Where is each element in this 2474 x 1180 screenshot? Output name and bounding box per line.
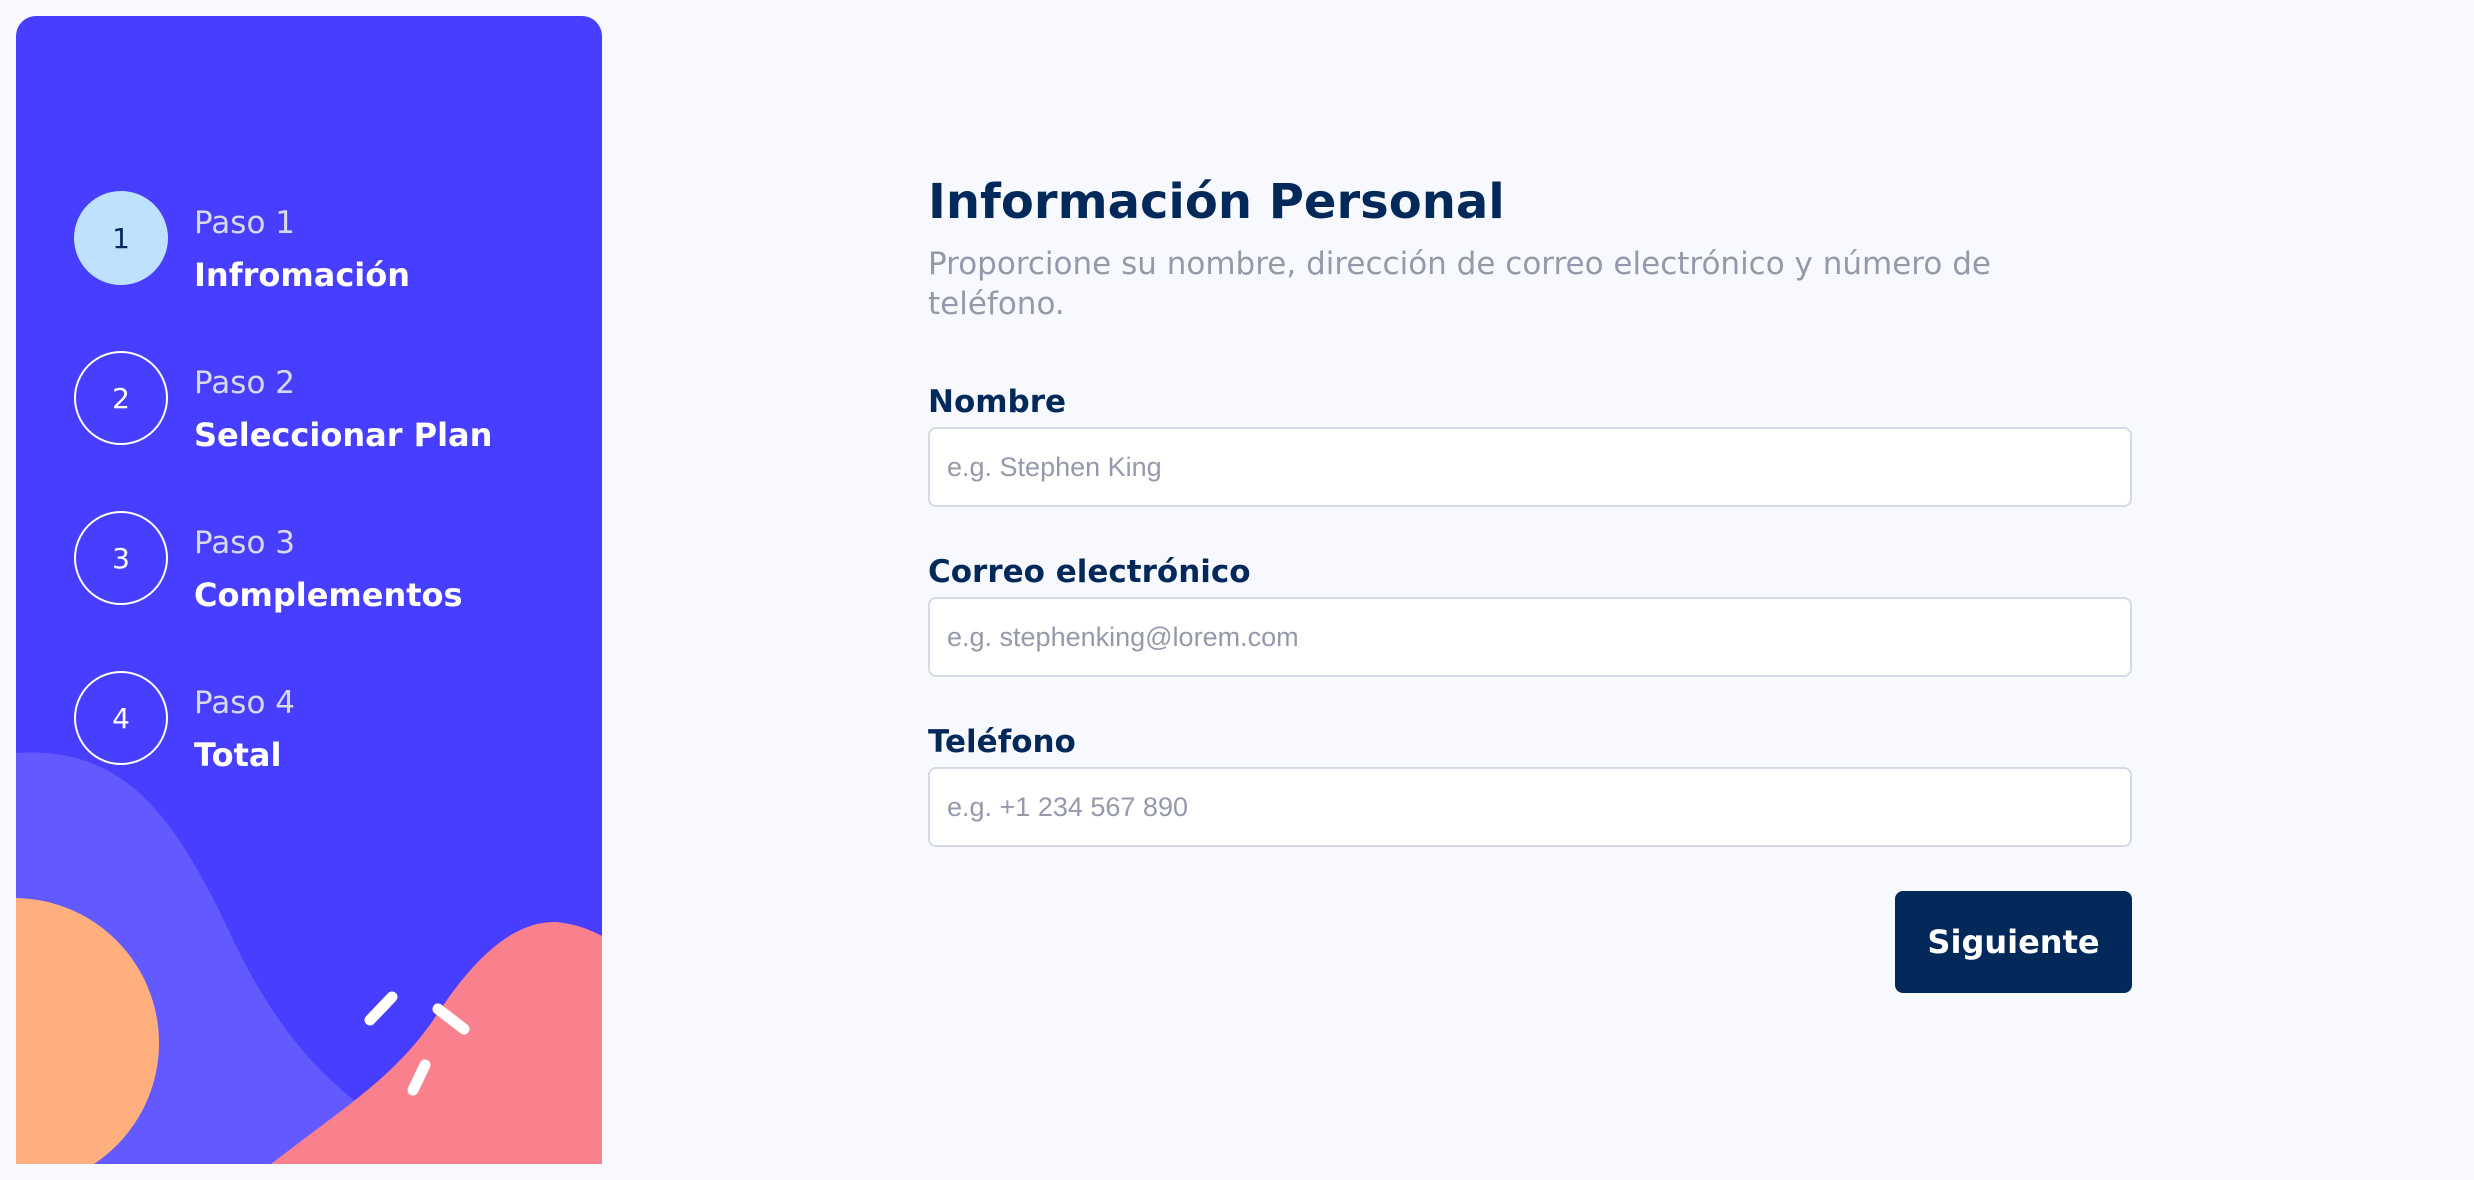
- step-label: Paso 2: [194, 365, 295, 401]
- pink-wave-shape: [271, 921, 602, 1164]
- step-label: Paso 1: [194, 205, 295, 241]
- sidebar: 1 Paso 1 Infromación 2 Paso 2 Selecciona…: [16, 16, 602, 1164]
- step-text: Paso 1 Infromación: [194, 205, 410, 293]
- step-number-circle: 1: [74, 191, 168, 285]
- step-label: Paso 3: [194, 525, 295, 561]
- email-input[interactable]: [928, 597, 2132, 677]
- step-label: Paso 4: [194, 685, 295, 721]
- step-text: Paso 3 Complementos: [194, 525, 463, 613]
- step-name: Complementos: [194, 576, 463, 614]
- step-number-circle: 4: [74, 671, 168, 765]
- name-input[interactable]: [928, 427, 2132, 507]
- email-field-group: Correo electrónico: [928, 552, 2132, 677]
- email-label: Correo electrónico: [928, 554, 1251, 590]
- step-text: Paso 4 Total: [194, 685, 295, 773]
- step-text: Paso 2 Seleccionar Plan: [194, 365, 492, 453]
- step-name: Seleccionar Plan: [194, 416, 493, 454]
- sparkle-line-1: [364, 991, 398, 1026]
- name-field-group: Nombre: [928, 382, 2132, 507]
- page-subtitle: Proporcione su nombre, dirección de corr…: [928, 246, 1991, 322]
- step-name: Total: [194, 736, 282, 774]
- page-title: Información Personal: [928, 174, 1505, 230]
- next-button[interactable]: Siguiente: [1895, 891, 2132, 993]
- step-number-circle: 2: [74, 351, 168, 445]
- step-number-circle: 3: [74, 511, 168, 605]
- phone-input[interactable]: [928, 767, 2132, 847]
- phone-label: Teléfono: [928, 724, 1076, 760]
- name-label: Nombre: [928, 384, 1067, 420]
- step-name: Infromación: [194, 256, 411, 294]
- personal-info-form: Información Personal Proporcione su nomb…: [928, 172, 2132, 847]
- phone-field-group: Teléfono: [928, 722, 2132, 847]
